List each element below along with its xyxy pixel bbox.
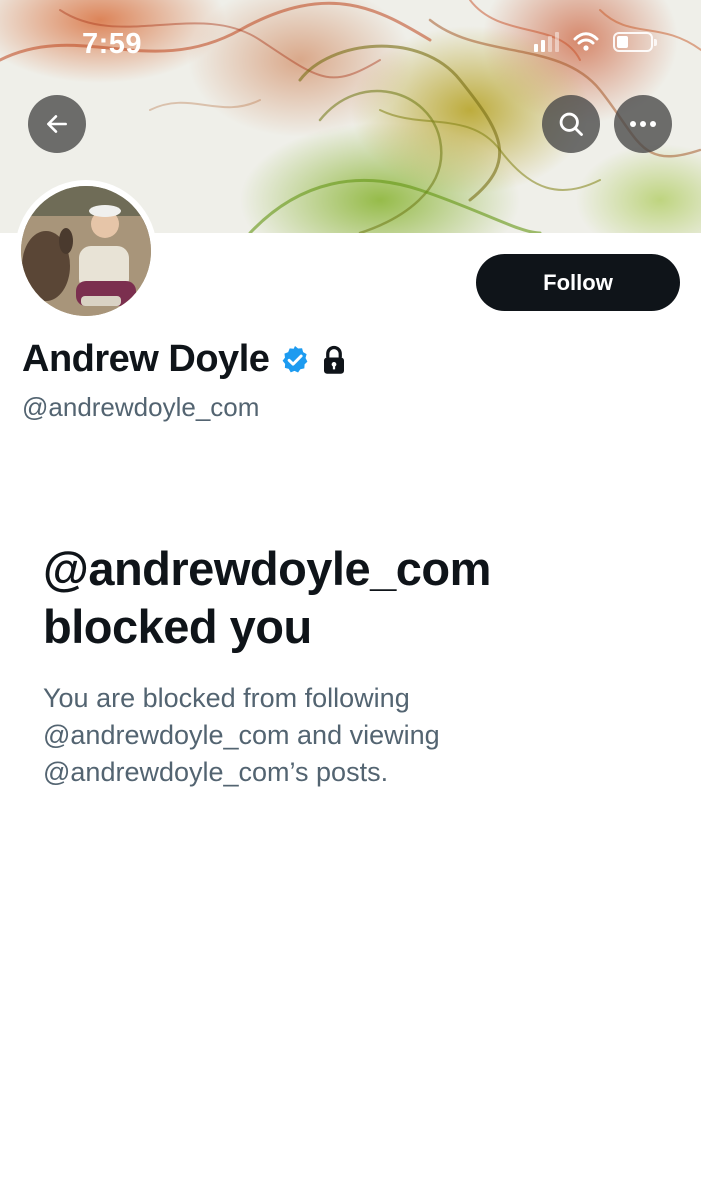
avatar[interactable]	[15, 180, 157, 322]
blocked-message-line: @andrewdoyle_com’s posts.	[43, 757, 389, 787]
search-button[interactable]	[542, 95, 600, 153]
arrow-left-icon	[47, 115, 67, 133]
back-button[interactable]	[28, 95, 86, 153]
display-name: Andrew Doyle	[22, 338, 270, 380]
more-horizontal-icon	[630, 121, 656, 127]
avatar-photo	[21, 186, 151, 316]
blocked-message-line: @andrewdoyle_com and viewing	[43, 720, 440, 750]
follow-button[interactable]: Follow	[476, 254, 680, 311]
cellular-signal-icon	[534, 32, 559, 52]
status-icons	[534, 32, 657, 52]
more-options-button[interactable]	[614, 95, 672, 153]
battery-icon	[613, 32, 657, 52]
profile-photo-illustration	[21, 186, 151, 316]
blocked-message: You are blocked from following @andrewdo…	[43, 680, 643, 791]
profile-name-row: Andrew Doyle	[22, 338, 347, 381]
wifi-icon	[573, 32, 599, 51]
blocked-title-line: blocked you	[43, 600, 312, 653]
blocked-title-line: @andrewdoyle_com	[43, 542, 491, 595]
status-time: 7:59	[82, 28, 143, 60]
verified-badge-icon	[282, 345, 308, 373]
profile-handle: @andrewdoyle_com	[22, 392, 260, 422]
search-icon	[559, 112, 583, 136]
lock-icon	[324, 345, 345, 374]
blocked-message-line: You are blocked from following	[43, 683, 410, 713]
blocked-title: @andrewdoyle_com blocked you	[43, 540, 663, 656]
